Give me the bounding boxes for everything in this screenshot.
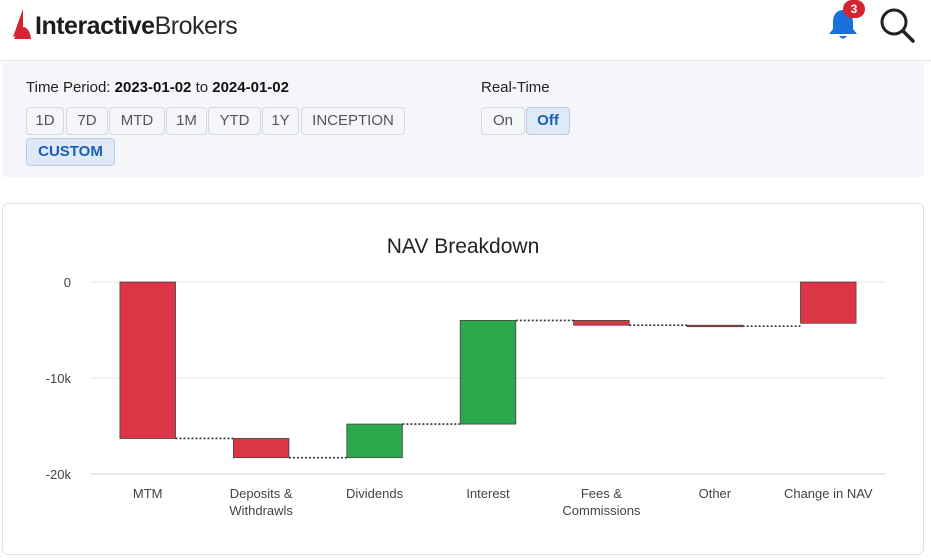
realtime-on-button[interactable]: On — [481, 107, 525, 135]
x-tick-label: Dividends — [346, 486, 404, 501]
period-inception-button[interactable]: INCEPTION — [301, 107, 405, 135]
x-tick-label: Change in NAV — [784, 486, 873, 501]
realtime-off-button[interactable]: Off — [526, 107, 570, 135]
period-ytd-button[interactable]: YTD — [208, 107, 261, 135]
x-tick-label: MTM — [133, 486, 163, 501]
period-1m-button[interactable]: 1M — [166, 107, 207, 135]
brand-name: InteractiveBrokers — [35, 11, 238, 40]
app-header: InteractiveBrokers 3 — [0, 0, 931, 61]
end-date: 2024-01-02 — [212, 79, 289, 96]
to-label: to — [195, 79, 209, 96]
brand-name-light: Brokers — [154, 11, 238, 40]
chart-title: NAV Breakdown — [387, 235, 540, 258]
x-tick-label: Interest — [466, 486, 510, 501]
time-period-label: Time Period: 2023-01-02 to 2024-01-02 — [26, 79, 289, 96]
period-custom-button[interactable]: CUSTOM — [26, 138, 115, 166]
x-tick-label: Deposits & — [230, 486, 293, 501]
notification-badge: 3 — [843, 0, 865, 18]
search-icon[interactable] — [878, 6, 916, 44]
waterfall-bar — [346, 423, 403, 459]
waterfall-bar — [686, 324, 744, 328]
waterfall-bar — [232, 438, 290, 459]
x-tick-label: Other — [699, 486, 732, 501]
waterfall-bar — [800, 281, 857, 324]
period-1y-button[interactable]: 1Y — [262, 107, 299, 135]
period-mtd-button[interactable]: MTD — [109, 107, 165, 135]
filters-panel: Time Period: 2023-01-02 to 2024-01-02 1D… — [2, 62, 924, 177]
waterfall-bar — [459, 320, 517, 425]
brand-logo[interactable]: InteractiveBrokers — [10, 6, 238, 46]
y-tick-label: 0 — [64, 275, 71, 290]
nav-breakdown-chart: NAV Breakdown 0 -10k -20k MTM Deposits & Withd… — [46, 235, 885, 518]
y-tick-label: -10k — [46, 371, 72, 386]
waterfall-bar — [119, 281, 176, 439]
x-tick-label: Commissions — [562, 503, 641, 518]
x-tick-label: Withdrawls — [229, 503, 293, 518]
logo-icon — [13, 9, 31, 39]
nav-breakdown-card: NAV Breakdown 0 -10k -20k MTM Deposits & Withd… — [2, 203, 924, 555]
waterfall-bar — [573, 320, 630, 326]
period-1d-button[interactable]: 1D — [26, 107, 64, 135]
x-tick-label: Fees & — [581, 486, 623, 501]
period-7d-button[interactable]: 7D — [66, 107, 108, 135]
brand-name-bold: Interactive — [35, 11, 155, 40]
start-date: 2023-01-02 — [114, 79, 192, 96]
time-period-caption: Time Period: — [26, 79, 111, 96]
y-tick-label: -20k — [46, 467, 72, 482]
realtime-label: Real-Time — [481, 79, 550, 96]
